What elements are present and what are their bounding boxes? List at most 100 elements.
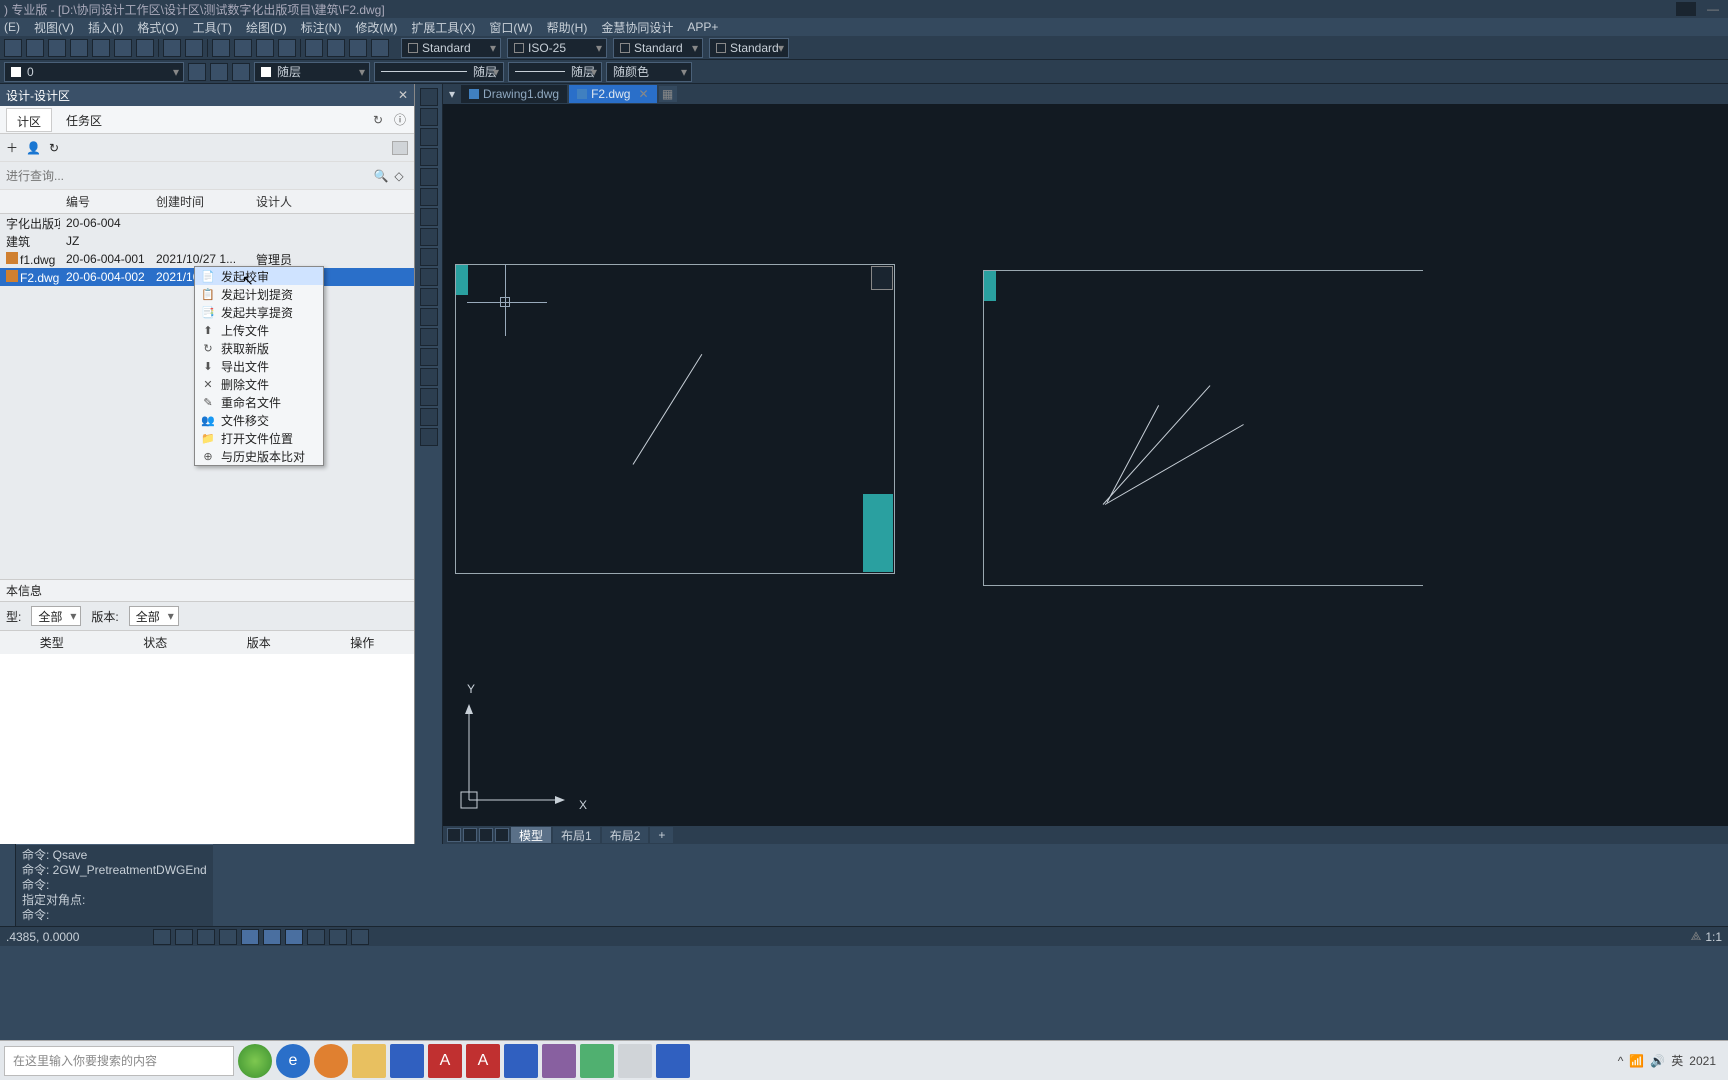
snap-model-icon[interactable] [307,929,325,945]
tool-redo-icon[interactable] [185,39,203,57]
status-ratio[interactable]: 1:1 [1705,930,1722,944]
context-menu-item[interactable]: 📄发起校审 [195,267,323,285]
draw-boundary-icon[interactable] [420,408,438,426]
col-designer[interactable]: 设计人 [250,193,330,210]
vcol-status[interactable]: 状态 [104,634,208,651]
vcol-version[interactable]: 版本 [207,634,311,651]
menu-item[interactable]: 绘图(D) [246,19,287,36]
tool-paste-icon[interactable] [114,39,132,57]
tool-undo-icon[interactable] [163,39,181,57]
snap-osnap-icon[interactable] [219,929,237,945]
filter-type-combo[interactable]: 全部▾ [31,606,81,626]
layer-combo[interactable]: 0 ▾ [4,62,184,82]
tab-design-area[interactable]: 计区 [6,108,52,132]
info-icon[interactable]: ⓘ [392,112,408,128]
menu-item[interactable]: 窗口(W) [489,19,532,36]
clear-search-icon[interactable]: ◇ [390,169,408,183]
tool-zoomext-icon[interactable] [278,39,296,57]
search-input[interactable] [6,169,372,183]
command-handle[interactable] [0,844,16,926]
draw-hatch-icon[interactable] [420,288,438,306]
tool-open-icon[interactable] [26,39,44,57]
layout-tab[interactable]: + [650,827,673,843]
draw-ring-icon[interactable] [420,248,438,266]
style-combo[interactable]: ISO-25▾ [507,38,607,58]
command-area[interactable]: 命令: Qsave命令: 2GW_PretreatmentDWGEnd命令:指定… [16,844,213,926]
layout-tab[interactable]: 模型 [511,827,551,843]
dwg-tab[interactable]: F2.dwg✕ [569,85,656,103]
taskbar-app3-icon[interactable]: A [466,1044,500,1078]
tool-cut-icon[interactable] [70,39,88,57]
table-row[interactable]: 建筑JZ [0,232,414,250]
tool-grid1-icon[interactable] [305,39,323,57]
menu-item[interactable]: 修改(M) [355,19,397,36]
menu-item[interactable]: (E) [4,20,20,34]
draw-spline-icon[interactable] [420,128,438,146]
menu-item[interactable]: 格式(O) [137,19,178,36]
minimize-button[interactable]: — [1698,2,1728,16]
table-row[interactable]: 字化出版项目20-06-004 [0,214,414,232]
menu-item[interactable]: 帮助(H) [547,19,588,36]
add-icon[interactable]: ＋ [6,139,18,156]
tool-grid2-icon[interactable] [327,39,345,57]
snap-extra2-icon[interactable] [351,929,369,945]
tool-pan-icon[interactable] [212,39,230,57]
draw-wipeout-icon[interactable] [420,428,438,446]
dwg-tab-dropdown[interactable]: ▾ [445,87,459,101]
draw-table-icon[interactable] [420,328,438,346]
panel-close-button[interactable]: ✕ [398,88,408,102]
draw-polygon-icon[interactable] [420,268,438,286]
close-icon[interactable]: ✕ [638,87,648,101]
snap-grid-icon[interactable] [153,929,171,945]
context-menu-item[interactable]: 📁打开文件位置 [195,429,323,447]
tray-ime[interactable]: 英 [1671,1052,1683,1069]
col-date[interactable]: 创建时间 [150,193,250,210]
menu-item[interactable]: 视图(V) [34,19,74,36]
context-menu-item[interactable]: 📋发起计划提资 [195,285,323,303]
draw-ellipse-icon[interactable] [420,208,438,226]
tray-date[interactable]: 2021 [1689,1054,1716,1068]
layout-last-icon[interactable] [495,828,509,842]
user-icon[interactable]: 👤 [26,141,41,155]
tool-dot-icon[interactable] [371,39,389,57]
style-combo[interactable]: Standard▾ [709,38,789,58]
taskbar-app6-icon[interactable] [618,1044,652,1078]
refresh-icon[interactable]: ↻ [370,112,386,128]
draw-point-icon[interactable] [420,308,438,326]
context-menu-item[interactable]: ✎重命名文件 [195,393,323,411]
snap-ortho-icon[interactable] [175,929,193,945]
context-menu-item[interactable]: ⬆上传文件 [195,321,323,339]
tab-task-area[interactable]: 任务区 [56,108,112,132]
draw-arc-icon[interactable] [420,188,438,206]
sync-icon[interactable]: ↻ [49,141,59,155]
col-code[interactable]: 编号 [60,193,150,210]
tool-zoomwin-icon[interactable] [256,39,274,57]
snap-dyn-icon[interactable] [263,929,281,945]
draw-cloud-icon[interactable] [420,228,438,246]
menu-item[interactable]: 扩展工具(X) [411,19,475,36]
windows-search-input[interactable]: 在这里输入你要搜索的内容 [4,1046,234,1076]
context-menu-item[interactable]: ✕删除文件 [195,375,323,393]
tray-up-icon[interactable]: ^ [1618,1054,1624,1068]
tray-wifi-icon[interactable]: 📶 [1629,1054,1644,1068]
taskbar-ie-icon[interactable]: e [276,1044,310,1078]
vcol-action[interactable]: 操作 [311,634,415,651]
tray-sound-icon[interactable]: 🔊 [1650,1054,1665,1068]
snap-lwt-icon[interactable] [285,929,303,945]
taskbar-explorer-icon[interactable] [352,1044,386,1078]
taskbar-firefox-icon[interactable] [314,1044,348,1078]
context-menu-item[interactable]: ⊕与历史版本比对 [195,447,323,465]
taskbar-app2-icon[interactable]: A [428,1044,462,1078]
follow-combo-1[interactable]: 随层▾ [254,62,370,82]
layer-tool1-icon[interactable] [188,63,206,81]
filter-version-combo[interactable]: 全部▾ [129,606,179,626]
follow-combo-3[interactable]: 随层▾ [508,62,602,82]
dwg-tab[interactable]: Drawing1.dwg [461,85,567,103]
vcol-type[interactable]: 类型 [0,634,104,651]
context-menu-item[interactable]: ⬇导出文件 [195,357,323,375]
tool-save-icon[interactable] [48,39,66,57]
taskbar-app1-icon[interactable] [390,1044,424,1078]
taskbar-browser-icon[interactable] [238,1044,272,1078]
context-menu-item[interactable]: ↻获取新版 [195,339,323,357]
layout-tab[interactable]: 布局2 [602,827,649,843]
